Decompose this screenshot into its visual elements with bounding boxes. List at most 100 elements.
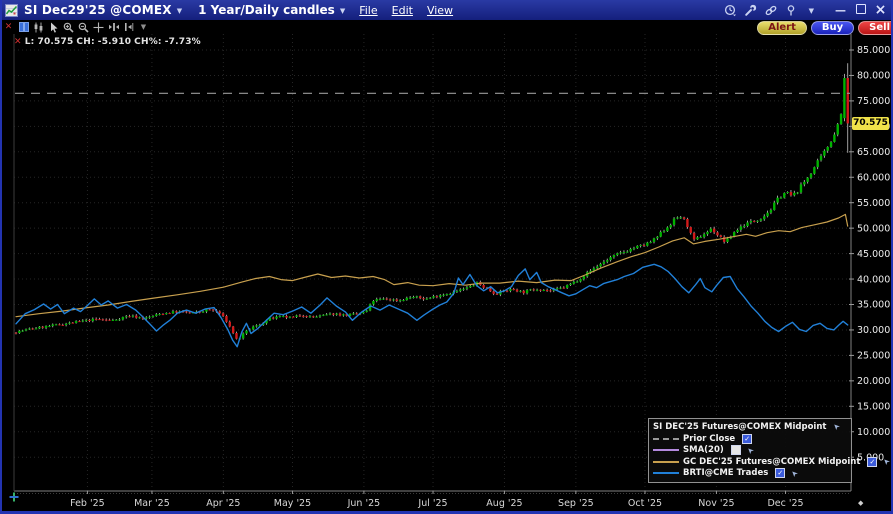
- y-axis-tick-label: 10.000: [857, 427, 890, 438]
- brti-line: [15, 263, 849, 348]
- candle-body: [829, 141, 833, 147]
- cursor-icon[interactable]: ➤: [831, 421, 842, 432]
- candle-body: [285, 315, 288, 318]
- candle-body: [559, 287, 562, 289]
- candle-body: [48, 325, 51, 327]
- link-icon[interactable]: [764, 4, 778, 17]
- legend-checkbox[interactable]: [730, 445, 741, 456]
- candle-body: [14, 332, 18, 334]
- candle-body: [823, 150, 826, 156]
- chart-toolbar: ✕ ▼ Alert Buy Sell: [0, 20, 893, 35]
- close-button[interactable]: ×: [874, 3, 887, 17]
- change-pct-label: CH%:: [134, 37, 162, 47]
- shrink-bars-icon[interactable]: [122, 21, 135, 33]
- legend-checkbox[interactable]: ✓: [742, 433, 753, 444]
- candle-body: [636, 245, 639, 249]
- change-value: -5.910: [97, 37, 132, 47]
- legend-checkbox[interactable]: ✓: [867, 456, 878, 467]
- candle-body: [652, 238, 656, 242]
- candle-body: [365, 310, 368, 312]
- candle-body: [64, 323, 68, 325]
- candle-body: [646, 242, 649, 246]
- candle-body: [165, 313, 168, 315]
- time-axis-icon[interactable]: [9, 487, 19, 506]
- pin-icon[interactable]: [785, 4, 797, 17]
- candle-body: [796, 192, 799, 194]
- candle-body: [225, 315, 228, 322]
- candle-body: [776, 197, 779, 203]
- legend-title: SI DEC'25 Futures@COMEX Midpoint: [653, 421, 827, 432]
- candle-body: [418, 296, 422, 299]
- candle-body: [101, 319, 105, 321]
- candle-body: [679, 217, 682, 219]
- candle-body: [459, 289, 462, 292]
- candle-body: [302, 315, 305, 317]
- menu-file[interactable]: File: [359, 4, 377, 17]
- candle-body: [666, 227, 669, 232]
- cursor-icon[interactable]: ➤: [745, 445, 756, 456]
- candle-body: [532, 289, 535, 291]
- timeframe-selector[interactable]: 1 Year/Daily candles: [198, 3, 335, 17]
- zoom-in-icon[interactable]: [62, 21, 75, 33]
- candle-body: [579, 279, 582, 282]
- alert-button[interactable]: Alert: [757, 21, 807, 35]
- candle-body: [756, 220, 759, 222]
- candle-body: [535, 289, 539, 291]
- candle-body: [378, 298, 382, 300]
- pan-handle-icon[interactable]: ◆: [858, 499, 863, 507]
- y-axis-tick-label: 50.000: [857, 223, 890, 234]
- expand-bars-icon[interactable]: [107, 21, 120, 33]
- candle-body: [739, 226, 743, 230]
- candle-body: [709, 228, 712, 232]
- candle-body: [659, 231, 662, 237]
- minimize-button[interactable]: —: [834, 5, 847, 16]
- legend-checkbox[interactable]: ✓: [775, 468, 786, 479]
- time-period-icon[interactable]: [724, 4, 737, 17]
- menu-edit[interactable]: Edit: [392, 4, 413, 17]
- x-axis-tick-label: Nov '25: [698, 498, 734, 509]
- menu-view[interactable]: View: [427, 4, 453, 17]
- timeframe-dropdown-caret[interactable]: ▼: [340, 7, 345, 15]
- candle-body: [789, 192, 793, 196]
- zoom-out-icon[interactable]: [77, 21, 90, 33]
- candle-body: [71, 322, 74, 324]
- candle-body: [161, 313, 165, 315]
- candle-body: [115, 319, 118, 321]
- candle-body: [609, 257, 612, 261]
- candle-body: [422, 298, 425, 300]
- candle-body: [355, 313, 358, 315]
- candle-body: [61, 324, 64, 326]
- candle-body: [519, 290, 522, 292]
- crosshair-icon[interactable]: [92, 21, 105, 33]
- wrench-icon[interactable]: [744, 4, 757, 17]
- remove-overlay-icon[interactable]: ✕: [2, 21, 15, 33]
- candle-body: [549, 290, 552, 292]
- restore-button[interactable]: [854, 4, 867, 16]
- candle-series: [14, 63, 849, 340]
- pin-dropdown-caret[interactable]: ▼: [809, 7, 814, 15]
- candle-body: [726, 238, 729, 242]
- toolbar-dropdown-caret[interactable]: ▼: [137, 21, 150, 33]
- candle-body: [151, 316, 155, 318]
- candle-body: [716, 232, 719, 236]
- candle-body: [78, 321, 81, 323]
- contract-dropdown-caret[interactable]: ▼: [177, 7, 182, 15]
- candle-body: [522, 290, 525, 294]
- cursor-tool-icon[interactable]: [47, 21, 60, 33]
- quote-close-icon[interactable]: ✕: [14, 37, 22, 47]
- candlestick-style-icon[interactable]: [32, 21, 45, 33]
- cursor-icon[interactable]: ➤: [789, 468, 800, 479]
- panel-icon[interactable]: [17, 21, 30, 33]
- sell-button[interactable]: Sell: [858, 21, 893, 35]
- candle-body: [649, 241, 652, 243]
- legend-line-sample: [653, 437, 679, 440]
- candle-body: [335, 313, 338, 315]
- candle-body: [505, 290, 509, 292]
- contract-title[interactable]: SI Dec29'25 @COMEX: [24, 3, 172, 17]
- gc-futures-line: [15, 213, 849, 318]
- candle-body: [742, 226, 746, 228]
- buy-button[interactable]: Buy: [810, 21, 855, 35]
- legend-item-label: GC DEC'25 Futures@COMEX Midpoint: [683, 456, 861, 467]
- candle-body: [642, 244, 646, 246]
- x-axis-tick-label: Aug '25: [486, 498, 522, 509]
